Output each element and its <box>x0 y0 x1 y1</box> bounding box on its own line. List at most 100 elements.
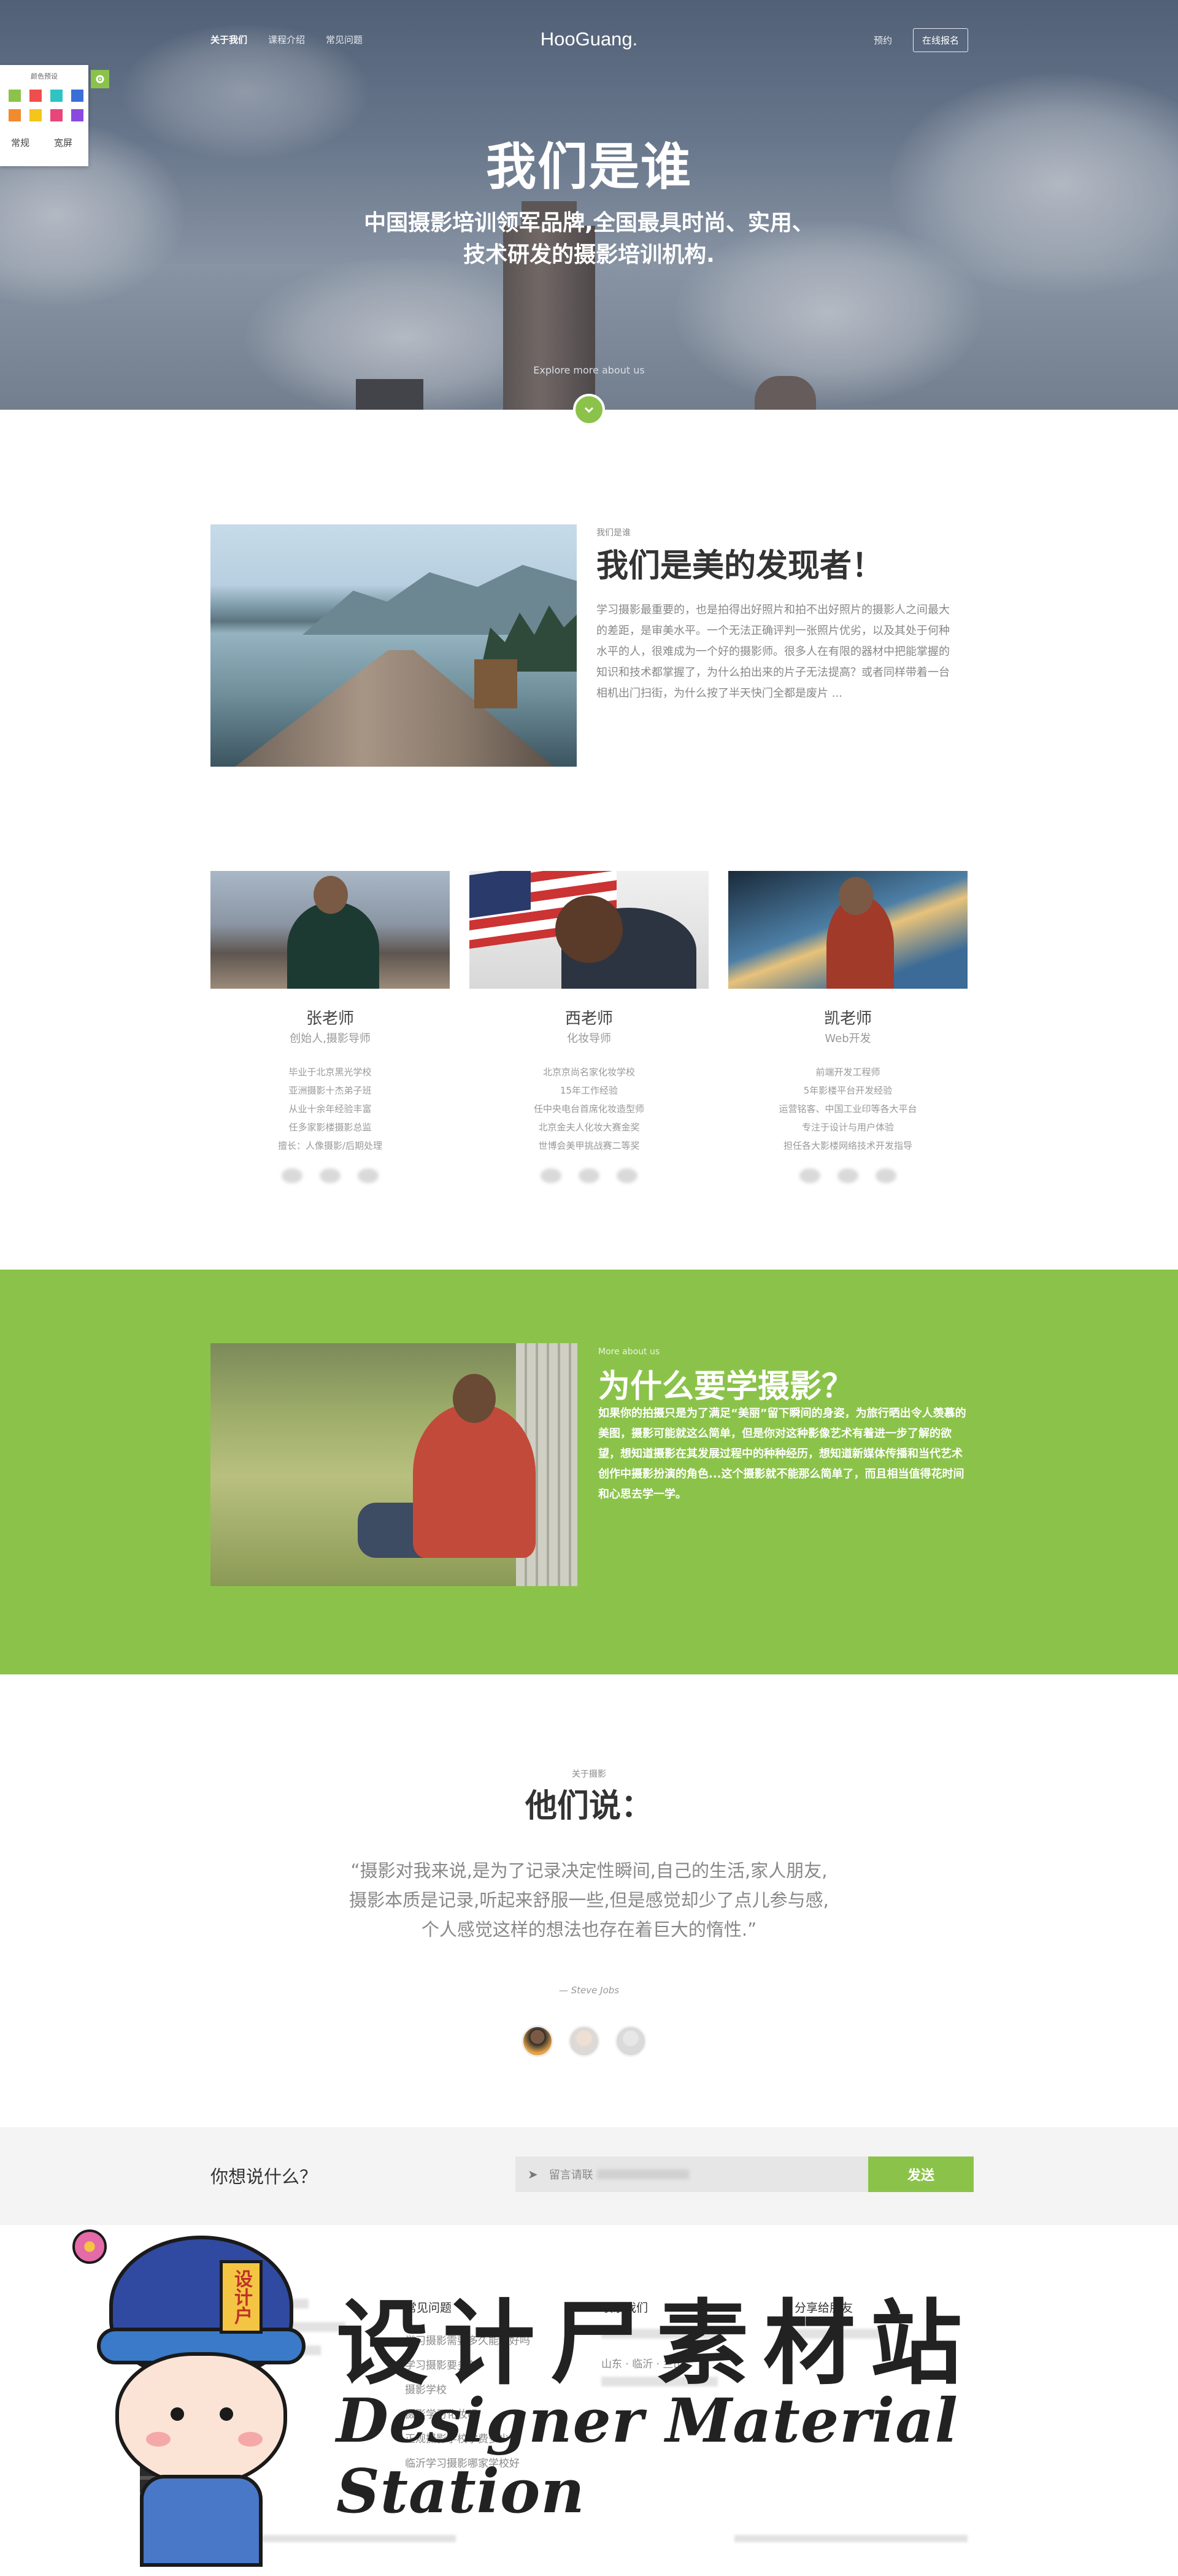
contact-bar: 你想说什么？ ➤ 留言请联 发送 <box>0 2127 1178 2225</box>
nav-link-courses[interactable]: 课程介绍 <box>268 33 305 46</box>
photo-mountain <box>302 565 577 635</box>
teacher-photo <box>469 871 709 989</box>
nav-link-about[interactable]: 关于我们 <box>210 33 247 46</box>
hero-section: 关于我们 课程介绍 常见问题 HooGuang. 预约 在线报名 我们是谁 中国… <box>0 0 1178 410</box>
teacher-bio-line: 前端开发工程师 <box>815 1067 880 1078</box>
watermark-badge: 设计户 <box>220 2260 263 2334</box>
nav-link-booking[interactable]: 预约 <box>874 34 892 47</box>
teacher-bio-line: 亚洲摄影十杰弟子班 <box>288 1085 372 1096</box>
hero-subtitle-line: 中国摄影培训领军品牌,全国最具时尚、实用、 <box>364 210 814 236</box>
why-section: More about us 为什么要学摄影？ 如果你的拍摄只是为了满足“美丽”留… <box>0 1270 1178 1674</box>
watermark: 设计户 设计尸素材站 Designer Material Station <box>0 2220 1178 2576</box>
social-icon[interactable] <box>799 1168 820 1183</box>
hero-subtitle: 中国摄影培训领军品牌,全国最具时尚、实用、 技术研发的摄影培训机构. <box>344 207 834 271</box>
teacher-name: 西老师 <box>564 1010 613 1028</box>
color-swatch[interactable] <box>71 109 83 121</box>
signup-button[interactable]: 在线报名 <box>912 28 968 52</box>
paper-plane-icon: ➤ <box>528 2167 538 2182</box>
teacher-bio-line: 北京金夫人化妆大赛金奖 <box>538 1122 640 1133</box>
testimonial-quote: “摄影对我来说,是为了记录决定性瞬间,自己的生活,家人朋友,摄影本质是记录,听起… <box>349 1860 829 1940</box>
social-icon[interactable] <box>541 1168 561 1183</box>
site-logo[interactable]: HooGuang. <box>535 28 643 50</box>
avatar[interactable] <box>568 2025 600 2057</box>
avatar[interactable] <box>615 2025 647 2057</box>
teacher-bio-line: 北京京尚名家化妆学校 <box>542 1067 635 1078</box>
message-placeholder: 留言请联 <box>549 2169 593 2182</box>
teacher-role: Web开发 <box>825 1032 871 1045</box>
about-photo-lake-pier <box>210 524 577 767</box>
teacher-bio: 毕业于北京黑光学校 亚洲摄影十杰弟子班 从业十余年经验丰富 任多家影楼摄影总监 … <box>210 1063 450 1155</box>
send-button[interactable]: 发送 <box>868 2156 974 2192</box>
social-icon[interactable] <box>579 1168 599 1183</box>
nav-left-links: 关于我们 课程介绍 常见问题 <box>210 33 363 46</box>
teacher-bio-line: 担任各大影楼网络技术开发指导 <box>783 1140 912 1151</box>
color-swatches <box>9 90 88 121</box>
social-icon[interactable] <box>876 1168 896 1183</box>
social-icon[interactable] <box>837 1168 858 1183</box>
teacher-bio-line: 15年工作经验 <box>560 1085 618 1096</box>
social-icon[interactable] <box>358 1168 379 1183</box>
color-swatch[interactable] <box>9 90 21 102</box>
about-eyebrow: 我们是谁 <box>596 528 631 538</box>
chevron-down-icon <box>584 407 594 413</box>
layout-option-normal[interactable]: 常规 <box>11 136 29 149</box>
teacher-name: 凯老师 <box>823 1010 872 1028</box>
teacher-bio-line: 世博会美甲挑战赛二等奖 <box>538 1140 640 1151</box>
teacher-bio: 北京京尚名家化妆学校 15年工作经验 任中央电台首席化妆造型师 北京金夫人化妆大… <box>469 1063 709 1155</box>
blurred-text <box>596 2169 689 2179</box>
layout-options: 常规 宽屏 <box>11 136 88 149</box>
teacher-card: 凯老师 Web开发 前端开发工程师 5年影楼平台开发经验 运营铭客、中国工业印等… <box>728 871 968 1183</box>
teacher-bio-line: 毕业于北京黑光学校 <box>288 1067 372 1078</box>
teacher-bio-line: 从业十余年经验丰富 <box>288 1103 372 1114</box>
testimonial-eyebrow: 关于摄影 <box>572 1769 606 1779</box>
why-photo <box>210 1343 577 1586</box>
watermark-mascot: 设计户 <box>72 2223 330 2567</box>
top-nav: 关于我们 课程介绍 常见问题 HooGuang. 预约 在线报名 <box>0 27 1178 52</box>
why-title: 为什么要学摄影？ <box>598 1368 854 1405</box>
teacher-social <box>469 1168 709 1183</box>
about-text: 学习摄影最重要的，也是拍得出好照片和拍不出好照片的摄影人之间最大的差距，是审美水… <box>596 604 950 700</box>
hero-subtitle-line: 技术研发的摄影培训机构. <box>463 242 715 267</box>
about-title: 我们是美的发现者！ <box>596 548 884 585</box>
color-swatch[interactable] <box>50 90 63 102</box>
teacher-social <box>210 1168 450 1183</box>
hero-title: 我们是谁 <box>485 138 692 196</box>
color-panel-title: 颜色预设 <box>31 72 58 80</box>
color-swatch[interactable] <box>29 109 42 121</box>
nav-right: 预约 在线报名 <box>874 28 968 52</box>
testimonial-avatars <box>522 2025 647 2057</box>
color-swatch[interactable] <box>50 109 63 121</box>
flower-icon <box>72 2229 107 2264</box>
avatar[interactable] <box>522 2025 553 2057</box>
teacher-bio: 前端开发工程师 5年影楼平台开发经验 运营铭客、中国工业印等各大平台 专注于设计… <box>728 1063 968 1155</box>
nav-link-faq[interactable]: 常见问题 <box>326 33 363 46</box>
color-swatch[interactable] <box>71 90 83 102</box>
teacher-bio-line: 5年影楼平台开发经验 <box>803 1085 893 1096</box>
teacher-name: 张老师 <box>306 1010 354 1028</box>
teacher-role: 化妆导师 <box>567 1032 611 1045</box>
social-icon[interactable] <box>282 1168 302 1183</box>
color-swatch[interactable] <box>9 109 21 121</box>
gear-icon <box>96 75 104 83</box>
teacher-role: 创始人,摄影导师 <box>290 1032 371 1045</box>
teacher-social <box>728 1168 968 1183</box>
teacher-bio-line: 运营铭客、中国工业印等各大平台 <box>779 1103 917 1114</box>
layout-option-wide[interactable]: 宽屏 <box>54 136 72 149</box>
testimonial-author: — Steve Jobs <box>558 1985 620 1996</box>
watermark-en-text: Designer Material Station <box>336 2386 958 2527</box>
teacher-card: 西老师 化妆导师 北京京尚名家化妆学校 15年工作经验 任中央电台首席化妆造型师… <box>469 871 709 1183</box>
scroll-down-button[interactable] <box>573 394 605 426</box>
teacher-card: 张老师 创始人,摄影导师 毕业于北京黑光学校 亚洲摄影十杰弟子班 从业十余年经验… <box>210 871 450 1183</box>
teacher-bio-line: 任多家影楼摄影总监 <box>288 1122 372 1133</box>
teacher-bio-line: 任中央电台首席化妆造型师 <box>533 1103 644 1114</box>
social-icon[interactable] <box>320 1168 341 1183</box>
why-text: 如果你的拍摄只是为了满足“美丽”留下瞬间的身姿，为旅行晒出令人羡慕的美图，摄影可… <box>598 1407 966 1501</box>
message-input[interactable]: ➤ 留言请联 <box>515 2156 868 2192</box>
teacher-bio-line: 专注于设计与用户体验 <box>801 1122 894 1133</box>
teacher-bio-line: 擅长：人像摄影/后期处理 <box>277 1140 383 1151</box>
color-swatch[interactable] <box>29 90 42 102</box>
social-icon[interactable] <box>617 1168 637 1183</box>
contact-label: 你想说什么？ <box>210 2166 318 2187</box>
settings-toggle[interactable] <box>91 70 109 88</box>
why-eyebrow: More about us <box>598 1347 660 1357</box>
